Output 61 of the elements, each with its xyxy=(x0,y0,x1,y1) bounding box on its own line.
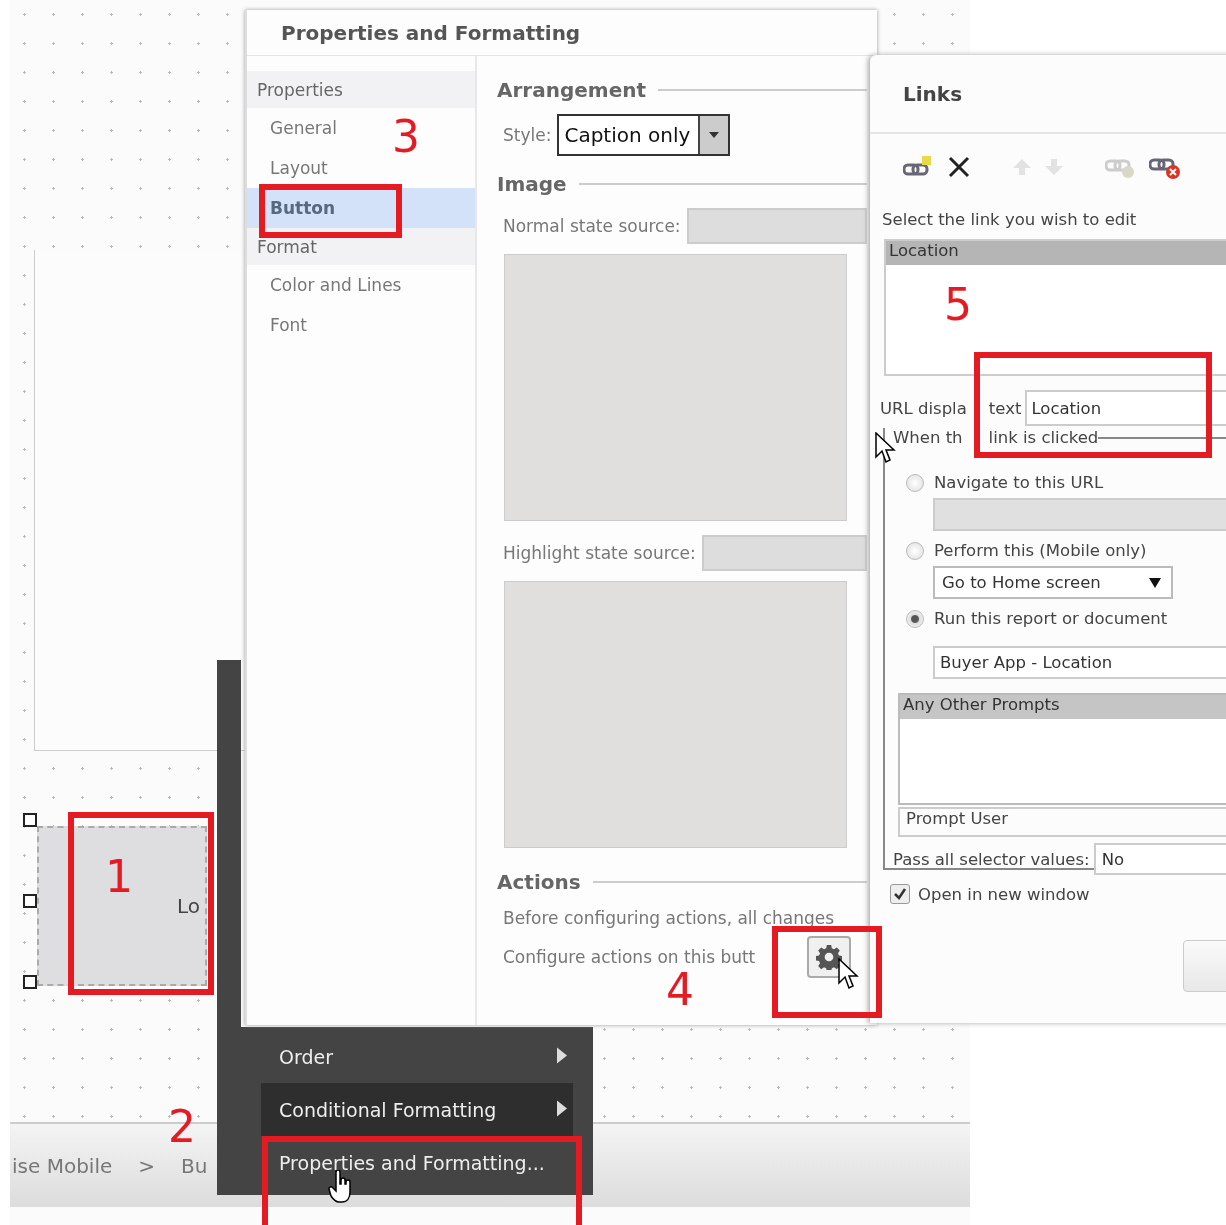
field-label: URL displa xyxy=(880,398,967,418)
resize-handle[interactable] xyxy=(23,975,37,989)
cursor-icon xyxy=(838,958,860,990)
note-text: Before configuring actions, all changes xyxy=(503,908,836,928)
nav-item[interactable]: Font xyxy=(247,305,315,345)
step-number: 5 xyxy=(944,283,972,327)
step-number: 4 xyxy=(666,968,694,1012)
option-label: Navigate to this URL xyxy=(934,473,1104,492)
dropdown-arrow-icon xyxy=(709,132,720,138)
input-field[interactable]: No xyxy=(1093,843,1226,875)
field-label: Highlight state source: xyxy=(503,543,696,563)
step-number: 2 xyxy=(168,1105,196,1149)
dropdown-arrow-icon xyxy=(1149,577,1161,588)
menu-item[interactable]: Conditional Formatting xyxy=(261,1083,573,1136)
section-heading: Arrangement xyxy=(497,78,647,102)
input-field[interactable] xyxy=(686,208,867,244)
step-number: 3 xyxy=(392,115,420,159)
section-heading: Actions xyxy=(497,870,581,894)
add-link-icon[interactable] xyxy=(903,155,933,179)
resize-handle[interactable] xyxy=(23,813,37,827)
checkbox-label: Open in new window xyxy=(918,884,1090,904)
action-dropdown[interactable]: Go to Home screen xyxy=(933,566,1173,599)
resize-handle[interactable] xyxy=(23,894,37,908)
group-label: link is clicked xyxy=(988,428,1099,447)
input-field[interactable]: Buyer App - Location xyxy=(933,646,1226,679)
breadcrumb-item[interactable]: Bu xyxy=(181,1153,208,1178)
radio-button[interactable] xyxy=(906,541,924,560)
checkbox[interactable] xyxy=(890,884,910,904)
nav-item[interactable]: Color and Lines xyxy=(247,265,410,305)
group-label: When th xyxy=(893,428,963,447)
prompt-field[interactable]: Prompt User xyxy=(898,807,1226,837)
field-label: text xyxy=(988,398,1022,418)
nav-item[interactable]: Button xyxy=(247,188,475,228)
input-field[interactable] xyxy=(933,498,1226,531)
field-label: Style: xyxy=(503,125,552,145)
nav-item[interactable]: General xyxy=(247,108,345,148)
settings-button[interactable] xyxy=(807,936,852,978)
radio-button[interactable] xyxy=(906,609,924,628)
section-heading: Image xyxy=(497,172,567,196)
settings-icon xyxy=(816,944,843,970)
field-label: Normal state source: xyxy=(503,216,681,236)
option-label: Run this report or document xyxy=(934,609,1168,628)
menu-item[interactable]: Order xyxy=(261,1030,573,1083)
nav-item[interactable]: Layout xyxy=(247,148,336,188)
delete-icon[interactable] xyxy=(947,155,971,179)
field-label: Configure actions on this butt xyxy=(503,947,756,967)
breadcrumb-item[interactable]: > xyxy=(138,1153,155,1178)
panel-title: Links xyxy=(870,55,1226,134)
radio-button[interactable] xyxy=(906,473,924,492)
nav-header: Properties xyxy=(247,71,475,108)
input-field[interactable]: Location xyxy=(1025,390,1226,426)
field-label: Pass all selector values: xyxy=(893,849,1090,869)
input-field[interactable] xyxy=(701,535,867,571)
list-header: Any Other Prompts xyxy=(900,695,1226,719)
instruction-text: Select the link you wish to edit xyxy=(882,210,1138,229)
dialog-title: Properties and Formatting xyxy=(247,10,877,56)
style-dropdown[interactable]: Caption only xyxy=(557,114,731,156)
breadcrumb-item[interactable]: ise Mobile xyxy=(12,1153,113,1178)
link-list-item[interactable]: Location xyxy=(886,241,1226,265)
step-number: 1 xyxy=(105,855,133,899)
option-label: Perform this (Mobile only) xyxy=(934,541,1147,560)
